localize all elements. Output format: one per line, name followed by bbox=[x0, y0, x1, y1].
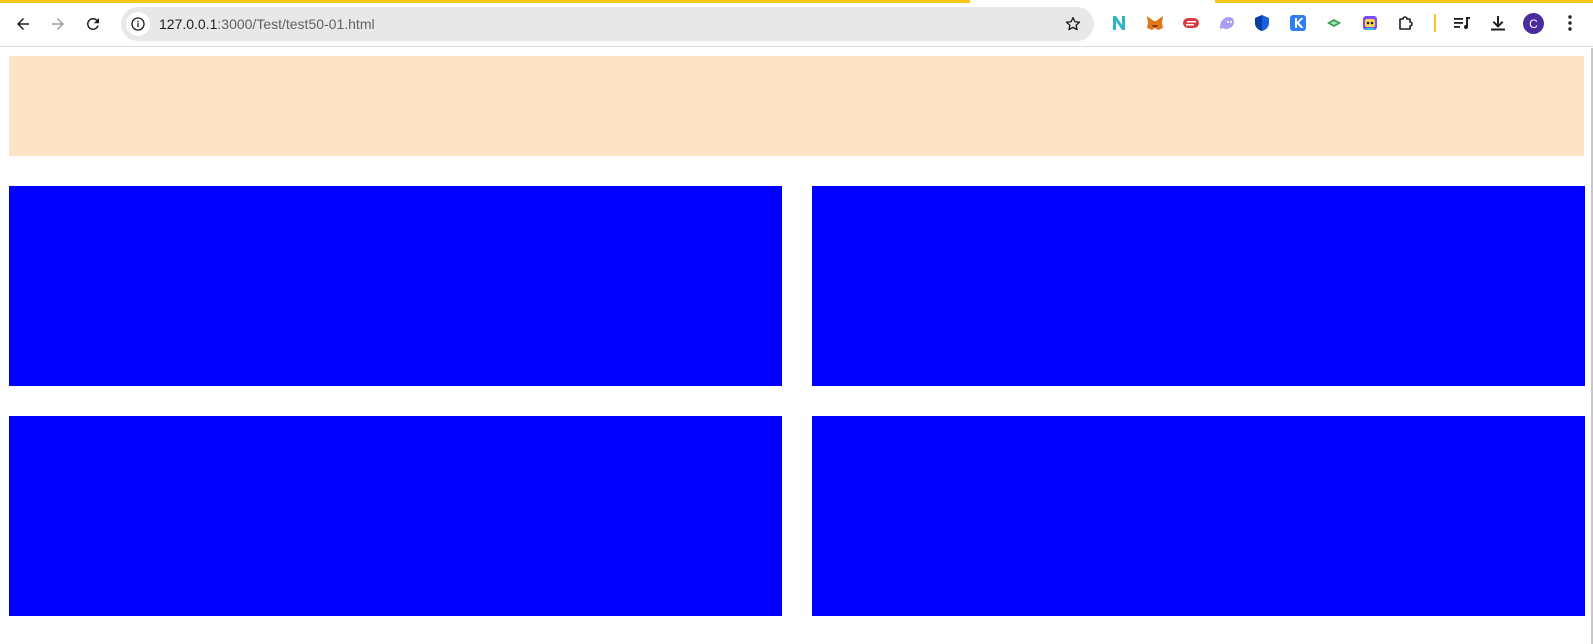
url-host: 127.0.0.1 bbox=[159, 16, 218, 32]
back-button[interactable] bbox=[8, 9, 38, 39]
shield-icon[interactable] bbox=[1251, 12, 1273, 34]
media-playlist-icon[interactable] bbox=[1451, 12, 1473, 34]
n-logo-icon[interactable] bbox=[1108, 12, 1130, 34]
ghost-icon[interactable] bbox=[1216, 12, 1238, 34]
blue-box-1 bbox=[9, 186, 782, 386]
express-vpn-icon[interactable] bbox=[1180, 12, 1202, 34]
header-banner bbox=[9, 56, 1584, 156]
url-path: :3000/Test/test50-01.html bbox=[217, 16, 375, 32]
robot-icon[interactable] bbox=[1359, 12, 1381, 34]
blue-box-3 bbox=[9, 416, 782, 616]
forward-arrow-icon bbox=[52, 18, 64, 30]
back-arrow-icon bbox=[17, 18, 29, 30]
reload-button[interactable] bbox=[78, 9, 108, 39]
reload-icon bbox=[86, 17, 99, 30]
k-logo-icon[interactable] bbox=[1287, 12, 1309, 34]
profile-initial: C bbox=[1529, 16, 1538, 31]
address-bar[interactable]: 127.0.0.1:3000/Test/test50-01.html bbox=[121, 7, 1094, 41]
blue-box-2 bbox=[812, 186, 1585, 386]
bookmark-star-icon[interactable] bbox=[1064, 15, 1082, 33]
url-text[interactable]: 127.0.0.1:3000/Test/test50-01.html bbox=[159, 16, 375, 32]
loading-bar bbox=[0, 0, 1593, 3]
leaf-icon[interactable] bbox=[1323, 12, 1345, 34]
forward-button[interactable] bbox=[43, 9, 73, 39]
page-viewport bbox=[0, 48, 1593, 644]
metamask-fox-icon[interactable] bbox=[1144, 12, 1166, 34]
toolbar-separator bbox=[1434, 14, 1436, 32]
puzzle-icon[interactable] bbox=[1395, 12, 1417, 34]
profile-avatar[interactable]: C bbox=[1523, 13, 1544, 34]
download-icon[interactable] bbox=[1487, 12, 1509, 34]
browser-toolbar: 127.0.0.1:3000/Test/test50-01.html C bbox=[0, 0, 1593, 47]
blue-box-4 bbox=[812, 416, 1585, 616]
menu-kebab-icon[interactable] bbox=[1559, 12, 1581, 34]
site-info-icon[interactable] bbox=[126, 12, 150, 36]
